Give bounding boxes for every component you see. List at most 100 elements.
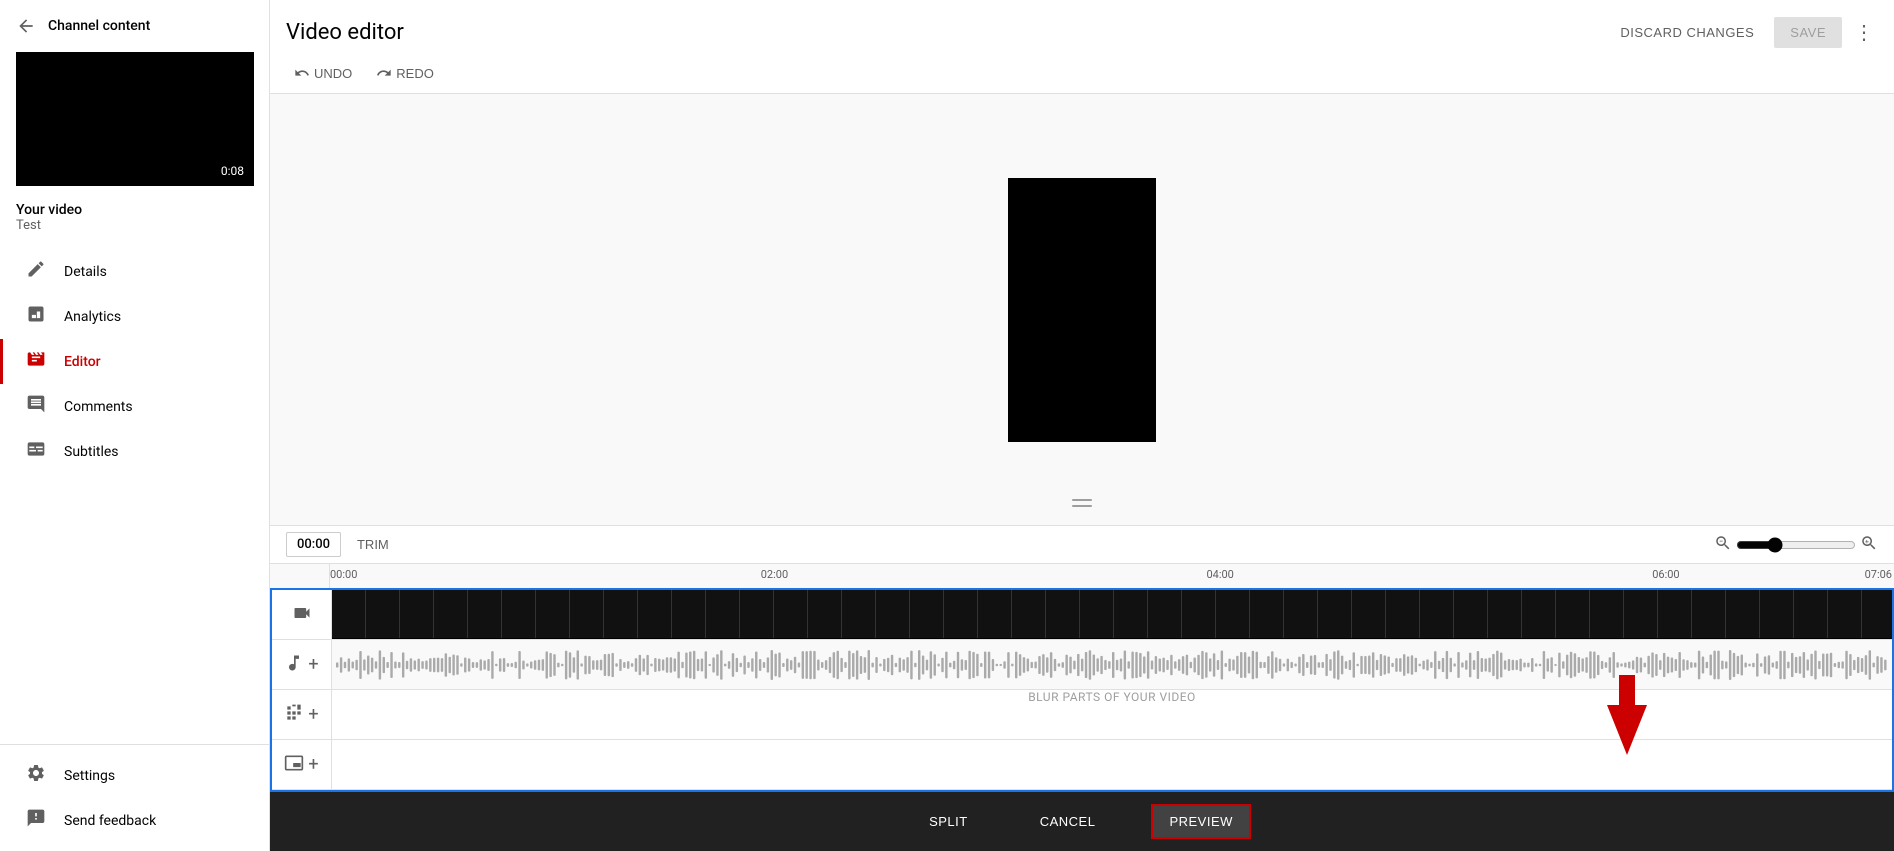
undo-icon <box>294 65 310 81</box>
endscreen-track-row: + <box>272 740 1892 790</box>
redo-icon <box>376 65 392 81</box>
video-duration: 0:08 <box>217 162 248 180</box>
filmstrip-frame <box>1420 590 1454 638</box>
audio-track-content <box>332 640 1892 689</box>
blur-track-content: BLUR PARTS OF YOUR VIDEO <box>332 690 1892 739</box>
video-track-row <box>272 590 1892 640</box>
video-preview <box>1008 178 1156 442</box>
subtitles-icon <box>24 439 48 464</box>
sidebar-item-settings-label: Settings <box>64 768 115 784</box>
endscreen-track-content <box>332 740 1892 789</box>
filmstrip-frame <box>944 590 978 638</box>
filmstrip-frame <box>1522 590 1556 638</box>
filmstrip-frame <box>740 590 774 638</box>
filmstrip-frame <box>910 590 944 638</box>
filmstrip-frame <box>502 590 536 638</box>
page-title: Video editor <box>286 20 404 45</box>
add-audio-button[interactable]: + <box>308 654 318 675</box>
undo-button[interactable]: UNDO <box>286 61 360 85</box>
filmstrip-frame <box>978 590 1012 638</box>
more-options-button[interactable]: ⋮ <box>1850 16 1878 49</box>
filmstrip-frame <box>604 590 638 638</box>
back-button[interactable] <box>16 16 36 36</box>
video-track-icon-col <box>272 590 332 639</box>
blur-track-icon-col: + <box>272 690 332 739</box>
filmstrip-frame <box>1012 590 1046 638</box>
sidebar-item-analytics-label: Analytics <box>64 309 121 325</box>
redo-button[interactable]: REDO <box>368 61 442 85</box>
cancel-button[interactable]: CANCEL <box>1024 806 1112 837</box>
sidebar-item-analytics[interactable]: Analytics <box>0 294 269 339</box>
ruler-spacer <box>270 564 330 588</box>
add-endscreen-button[interactable]: + <box>308 754 318 775</box>
main-header: Video editor DISCARD CHANGES SAVE ⋮ UNDO… <box>270 0 1894 94</box>
filmstrip-frame <box>1794 590 1828 638</box>
timeline-ruler: 00:00 02:00 04:00 06:00 07:06 <box>270 564 1894 588</box>
filmstrip-frame <box>1216 590 1250 638</box>
film-reel-icon <box>24 349 48 374</box>
filmstrip-frame <box>1318 590 1352 638</box>
filmstrip-frame <box>706 590 740 638</box>
sidebar: Channel content 0:08 Your video Test Det… <box>0 0 270 851</box>
gear-icon <box>24 763 48 788</box>
filmstrip-frame <box>1624 590 1658 638</box>
zoom-slider[interactable] <box>1736 537 1856 553</box>
filmstrip-frame <box>1862 590 1892 638</box>
filmstrip-frame <box>876 590 910 638</box>
filmstrip-frame <box>1590 590 1624 638</box>
ruler-mark-1: 02:00 <box>761 568 788 581</box>
filmstrip-frame <box>366 590 400 638</box>
audio-track-icon-col: + <box>272 640 332 689</box>
filmstrip-frame <box>400 590 434 638</box>
sidebar-item-editor[interactable]: Editor <box>0 339 269 384</box>
filmstrip-frame <box>1046 590 1080 638</box>
add-blur-button[interactable]: + <box>308 704 318 725</box>
sidebar-item-feedback-label: Send feedback <box>64 813 156 829</box>
filmstrip <box>332 590 1892 639</box>
ruler-mark-3: 06:00 <box>1652 568 1679 581</box>
ruler-mark-2: 04:00 <box>1206 568 1233 581</box>
comment-icon <box>24 394 48 419</box>
filmstrip-frame <box>570 590 604 638</box>
filmstrip-frame <box>672 590 706 638</box>
music-icon <box>284 653 304 677</box>
sidebar-item-subtitles-label: Subtitles <box>64 444 119 460</box>
video-info: Your video Test <box>0 194 269 245</box>
video-thumbnail: 0:08 <box>16 52 254 186</box>
filmstrip-frame <box>1828 590 1862 638</box>
timeline-tracks: + + BLUR PARTS OF YOUR VIDEO <box>270 588 1894 792</box>
discard-changes-button[interactable]: DISCARD CHANGES <box>1608 17 1766 48</box>
filmstrip-frame <box>1080 590 1114 638</box>
more-options-icon: ⋮ <box>1854 22 1874 44</box>
sidebar-item-comments-label: Comments <box>64 399 133 415</box>
waveform-svg <box>336 647 1888 683</box>
toolbar-row: UNDO REDO <box>286 57 1878 93</box>
trim-button[interactable]: TRIM <box>357 537 389 552</box>
filmstrip-frame <box>1148 590 1182 638</box>
sidebar-item-subtitles[interactable]: Subtitles <box>0 429 269 474</box>
filmstrip-frame <box>638 590 672 638</box>
zoom-out-icon[interactable] <box>1714 534 1732 556</box>
sidebar-item-settings[interactable]: Settings <box>0 753 269 798</box>
preview-button[interactable]: PREVIEW <box>1151 804 1250 839</box>
filmstrip-frame <box>1658 590 1692 638</box>
filmstrip-frame <box>1760 590 1794 638</box>
sidebar-header: Channel content <box>0 0 269 44</box>
sidebar-item-comments[interactable]: Comments <box>0 384 269 429</box>
split-button[interactable]: SPLIT <box>913 806 984 837</box>
zoom-in-icon[interactable] <box>1860 534 1878 556</box>
drag-handle-icon <box>1070 495 1094 511</box>
sidebar-item-feedback[interactable]: Send feedback <box>0 798 269 843</box>
filmstrip-frame <box>774 590 808 638</box>
ruler-mark-0: 00:00 <box>330 568 357 581</box>
bar-chart-icon <box>24 304 48 329</box>
filmstrip-frame <box>536 590 570 638</box>
filmstrip-frame <box>1692 590 1726 638</box>
time-display: 00:00 <box>286 532 341 557</box>
save-button[interactable]: SAVE <box>1774 17 1842 48</box>
blur-grid-icon <box>284 703 304 727</box>
filmstrip-frame <box>1352 590 1386 638</box>
endscreen-icon <box>284 753 304 777</box>
timeline-controls: 00:00 TRIM <box>270 526 1894 564</box>
sidebar-item-details[interactable]: Details <box>0 249 269 294</box>
